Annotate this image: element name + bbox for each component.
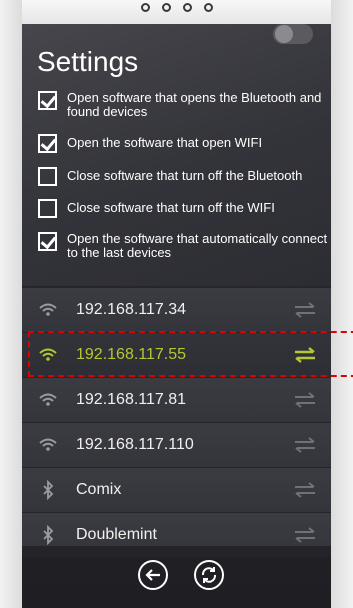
option-label: Close software that turn off the WIFI xyxy=(67,200,275,215)
device-frame-top xyxy=(0,0,353,24)
back-button[interactable] xyxy=(138,560,168,590)
page-dot[interactable] xyxy=(140,3,150,12)
option-wifi-open[interactable]: Open the software that open WIFI xyxy=(38,134,331,153)
option-checkbox[interactable] xyxy=(38,232,57,251)
option-checkbox[interactable] xyxy=(38,134,57,153)
wifi-icon xyxy=(39,348,57,361)
page-dot[interactable] xyxy=(161,3,171,12)
option-bluetooth-close[interactable]: Close software that turn off the Bluetoo… xyxy=(38,167,331,186)
device-row-selected[interactable]: 192.168.117.55 xyxy=(22,333,331,377)
device-row[interactable]: 192.168.117.81 xyxy=(22,378,331,422)
connect-switch-icon[interactable] xyxy=(293,525,317,545)
refresh-button[interactable] xyxy=(194,560,224,590)
connect-switch-icon[interactable] xyxy=(293,435,317,455)
settings-panel: Settings Open software that opens the Bl… xyxy=(22,24,331,286)
device-name: 192.168.117.55 xyxy=(76,346,187,363)
connect-switch-icon[interactable] xyxy=(293,300,317,320)
device-row[interactable]: Comix xyxy=(22,468,331,512)
page-dot[interactable] xyxy=(182,3,192,12)
option-label: Open software that opens the Bluetooth a… xyxy=(67,90,322,119)
option-label: Open the software that open WIFI xyxy=(67,135,263,150)
option-auto-connect[interactable]: Open the software that automatically con… xyxy=(38,232,331,260)
wifi-icon xyxy=(39,438,57,451)
bluetooth-icon xyxy=(43,525,54,545)
connect-switch-icon[interactable] xyxy=(293,345,317,365)
device-name: Doublemint xyxy=(76,526,157,543)
device-frame-right xyxy=(331,0,353,608)
option-label: Close software that turn off the Bluetoo… xyxy=(67,168,303,183)
pause-toggle[interactable] xyxy=(273,24,313,44)
option-checkbox[interactable] xyxy=(38,167,57,186)
page-dot[interactable] xyxy=(203,3,213,12)
device-name: Comix xyxy=(76,481,122,498)
back-arrow-icon xyxy=(145,569,160,581)
option-label: Open the software that automatically con… xyxy=(67,231,328,260)
device-row[interactable]: 192.168.117.34 xyxy=(22,288,331,332)
device-frame-left xyxy=(0,0,22,608)
settings-title: Settings xyxy=(37,46,139,77)
option-checkbox[interactable] xyxy=(38,199,57,218)
connect-switch-icon[interactable] xyxy=(293,390,317,410)
option-bluetooth-open[interactable]: Open software that opens the Bluetooth a… xyxy=(38,91,331,119)
refresh-icon xyxy=(201,567,217,583)
toggle-knob xyxy=(275,25,293,43)
wifi-icon xyxy=(39,393,57,406)
device-name: 192.168.117.34 xyxy=(76,301,187,318)
bluetooth-icon xyxy=(43,480,54,500)
option-checkbox[interactable] xyxy=(38,91,57,110)
pagination-dots xyxy=(0,3,353,12)
device-name: 192.168.117.110 xyxy=(76,436,194,453)
app-screen: Settings Open software that opens the Bl… xyxy=(22,24,331,608)
wifi-icon xyxy=(39,303,57,316)
connect-switch-icon[interactable] xyxy=(293,480,317,500)
device-name: 192.168.117.81 xyxy=(76,391,187,408)
device-row[interactable]: 192.168.117.110 xyxy=(22,423,331,467)
bottom-app-bar xyxy=(22,546,331,608)
option-wifi-close[interactable]: Close software that turn off the WIFI xyxy=(38,199,331,218)
